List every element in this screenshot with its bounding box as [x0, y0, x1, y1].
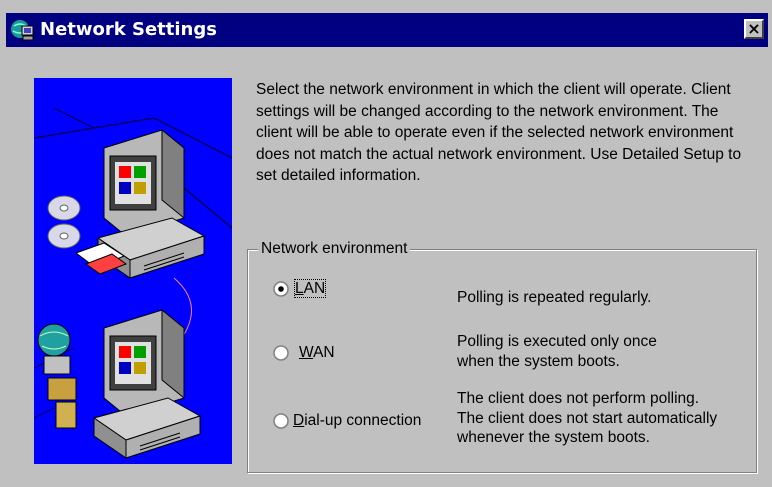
- window-title: Network Settings: [40, 19, 217, 40]
- close-button[interactable]: ×: [744, 19, 764, 39]
- radio-lan-label[interactable]: LAN: [293, 279, 327, 299]
- group-legend: Network environment: [258, 239, 411, 259]
- title-bar[interactable]: Network Settings ×: [6, 13, 768, 47]
- network-environment-group: Network environment LAN Polling is repea…: [247, 239, 757, 473]
- radio-wan[interactable]: [273, 345, 289, 361]
- instructions-text: Select the network environment in which …: [256, 81, 742, 185]
- radio-lan[interactable]: [273, 281, 289, 297]
- close-icon: ×: [747, 19, 761, 38]
- radio-dialup[interactable]: [273, 413, 289, 429]
- lan-description: Polling is repeated regularly.: [457, 289, 652, 306]
- network-settings-dialog: Network Settings × Select the network en…: [0, 0, 772, 487]
- network-app-icon: [11, 20, 34, 41]
- radio-wan-label[interactable]: WAN: [299, 343, 335, 363]
- dialup-description: The client does not perform polling. The…: [457, 390, 718, 446]
- radio-dialup-label[interactable]: Dial-up connection: [293, 411, 421, 431]
- network-illustration: [34, 78, 232, 464]
- desktop-computer-bottom: [92, 308, 202, 459]
- wan-description: Polling is executed only once when the s…: [457, 333, 657, 370]
